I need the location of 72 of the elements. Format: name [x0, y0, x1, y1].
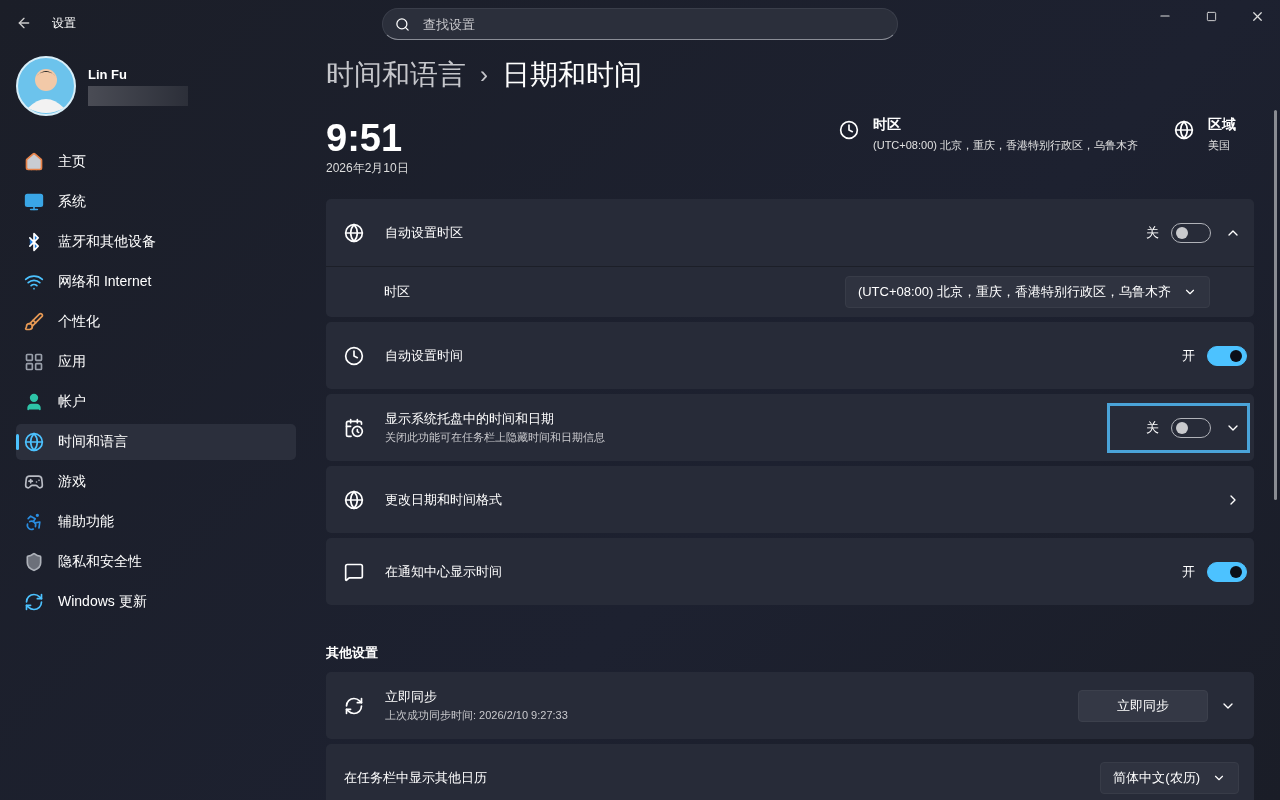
globe-icon	[1174, 120, 1194, 140]
person-icon	[24, 392, 44, 412]
accessibility-icon	[24, 512, 44, 532]
sync-clock-icon	[344, 695, 364, 716]
toggle-state: 开	[1182, 562, 1195, 581]
settings-card[interactable]: 显示系统托盘中的时间和日期 关闭此功能可在任务栏上隐藏时间和日期信息 关	[326, 394, 1254, 461]
timezone-dropdown[interactable]: (UTC+08:00) 北京，重庆，香港特别行政区，乌鲁木齐	[844, 276, 1210, 308]
toggle-switch[interactable]	[1207, 561, 1247, 582]
setting-title: 自动设置时间	[385, 346, 463, 365]
settings-card[interactable]: 在通知中心显示时间 开	[326, 538, 1254, 605]
summary-value: (UTC+08:00) 北京，重庆，香港特别行政区，乌鲁木齐	[873, 138, 1138, 153]
calendar-clock-icon	[344, 417, 364, 438]
globe-icon	[24, 432, 44, 452]
sync-now-button[interactable]: 立即同步	[1078, 689, 1208, 722]
section-heading: 其他设置	[326, 644, 379, 662]
setting-label: 时区	[384, 283, 410, 301]
breadcrumb-separator: ›	[480, 61, 488, 89]
nav-item[interactable]: 蓝牙和其他设备	[16, 224, 296, 260]
setting-title: 在任务栏中显示其他日历	[344, 768, 487, 787]
refresh-icon	[24, 592, 44, 612]
setting-title: 显示系统托盘中的时间和日期	[385, 410, 555, 428]
shield-icon	[24, 552, 44, 572]
settings-card[interactable]: 自动设置时间 开	[326, 322, 1254, 389]
settings-card[interactable]: 自动设置时区 关 时区 (UTC+08:00) 北京，重庆，香港特别行政区，乌鲁木齐	[326, 199, 1254, 317]
settings-card[interactable]: 更改日期和时间格式	[326, 466, 1254, 533]
setting-description: 关闭此功能可在任务栏上隐藏时间和日期信息	[385, 430, 605, 445]
search-field[interactable]: 查找设置	[382, 8, 898, 40]
message-icon	[344, 561, 364, 582]
nav-item[interactable]: 系统	[16, 184, 296, 220]
window-title: 设置	[52, 14, 76, 32]
nav-item[interactable]: 网络和 Internet	[16, 264, 296, 300]
back-icon[interactable]	[16, 15, 32, 31]
toggle-state: 开	[1182, 346, 1195, 365]
user-name: Lin Fu	[88, 66, 128, 82]
apps-icon	[24, 352, 44, 372]
page-title: 日期和时间	[502, 58, 642, 92]
nav-item[interactable]: 隐私和安全性	[16, 544, 296, 580]
summary-label: 区域	[1208, 116, 1236, 134]
summary-label: 时区	[873, 116, 903, 134]
toggle-state: 关	[1146, 418, 1159, 437]
toggle-state: 关	[1146, 223, 1159, 242]
nav-item[interactable]: 帐户	[16, 384, 296, 420]
breadcrumb-parent[interactable]: 时间和语言	[326, 56, 466, 94]
globe-icon	[344, 222, 364, 243]
summary-value: 美国	[1208, 138, 1231, 153]
setting-title: 自动设置时区	[385, 223, 463, 242]
maximize-icon[interactable]	[1205, 10, 1217, 22]
calendar-dropdown[interactable]: 简体中文(农历)	[1100, 761, 1239, 794]
current-date: 2026年2月10日	[326, 160, 409, 177]
nav-item[interactable]: 主页	[16, 144, 296, 180]
setting-title: 在通知中心显示时间	[385, 562, 502, 581]
nav-item[interactable]: 辅助功能	[16, 504, 296, 540]
avatar-icon[interactable]	[16, 56, 76, 116]
scrollbar[interactable]	[1274, 110, 1277, 500]
nav-item[interactable]: Windows 更新	[16, 584, 296, 620]
wifi-icon	[24, 272, 44, 292]
gamepad-icon	[24, 472, 44, 492]
home-icon	[24, 152, 44, 172]
setting-title: 立即同步	[385, 688, 438, 706]
setting-title: 更改日期和时间格式	[385, 490, 502, 509]
globe-icon	[344, 489, 364, 510]
nav-item[interactable]: 游戏	[16, 464, 296, 500]
current-time: 9:51	[326, 116, 404, 160]
brush-icon	[24, 312, 44, 332]
setting-description: 上次成功同步时间: 2026/2/10 9:27:33	[385, 708, 568, 723]
nav-item[interactable]: 应用	[16, 344, 296, 380]
toggle-switch[interactable]	[1207, 345, 1247, 366]
monitor-icon	[24, 192, 44, 212]
nav-item[interactable]: 个性化	[16, 304, 296, 340]
nav-item[interactable]: 时间和语言	[16, 424, 296, 460]
clock-icon	[344, 345, 364, 366]
search-icon	[395, 17, 410, 32]
